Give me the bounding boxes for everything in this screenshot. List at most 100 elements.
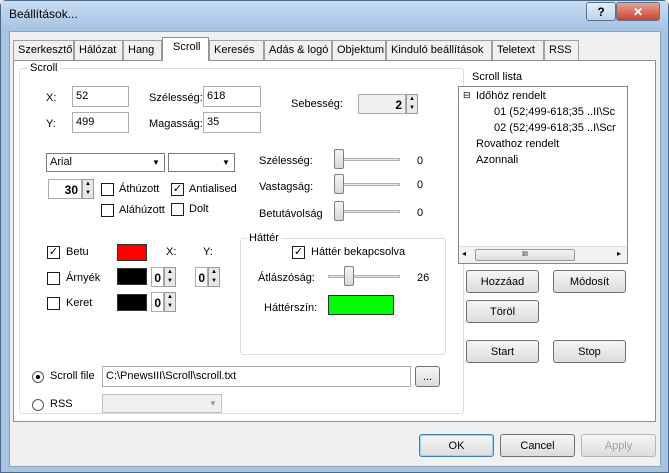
arrow-up-icon[interactable]: ▲: [165, 293, 175, 302]
tab-halozat[interactable]: Hálózat: [74, 40, 123, 60]
arrow-down-icon[interactable]: ▼: [83, 189, 93, 198]
italic-checkbox[interactable]: [171, 203, 184, 216]
tab-adas-logo[interactable]: Adás & logó: [264, 40, 332, 60]
y-input[interactable]: 499: [72, 112, 129, 133]
apply-button[interactable]: Apply: [581, 434, 656, 457]
opacity-label: Átlászóság:: [258, 272, 315, 284]
scroll-file-radio[interactable]: [32, 371, 44, 383]
modify-button[interactable]: Módosít: [553, 270, 626, 293]
arrow-up-icon[interactable]: ▲: [209, 268, 219, 277]
tree-item-01[interactable]: 01 (52;499-618;35 ..II\Sc: [494, 106, 615, 118]
x-label: X:: [46, 92, 57, 104]
text-color-swatch[interactable]: [117, 244, 147, 261]
scroll-group-title: Scroll: [28, 62, 60, 74]
arrow-up-icon[interactable]: ▲: [407, 95, 417, 104]
scroll-left-icon[interactable]: ◂: [462, 249, 466, 258]
shadow-y-input[interactable]: 0: [195, 267, 208, 287]
speed-input[interactable]: 2: [358, 94, 406, 114]
start-button[interactable]: Start: [466, 340, 539, 363]
arrow-down-icon[interactable]: ▼: [407, 104, 417, 113]
font-style-select[interactable]: ▼: [168, 153, 235, 172]
browse-button[interactable]: ...: [415, 366, 440, 387]
font-select[interactable]: Arial ▼: [46, 153, 165, 172]
strike-checkbox[interactable]: [101, 183, 114, 196]
cancel-button[interactable]: Cancel: [500, 434, 575, 457]
font-size-spinner[interactable]: ▲ ▼: [82, 179, 94, 199]
y-label: Y:: [46, 118, 56, 130]
height-label: Magasság:: [149, 118, 203, 130]
arrow-down-icon[interactable]: ▼: [165, 302, 175, 311]
slider-width-thumb[interactable]: [334, 149, 344, 169]
font-select-value: Arial: [50, 156, 73, 168]
add-button[interactable]: Hozzáad: [466, 270, 539, 293]
text-color-checkbox[interactable]: ✓: [47, 246, 60, 259]
slider-thickness-thumb[interactable]: [334, 174, 344, 194]
font-size-input[interactable]: 30: [48, 179, 82, 199]
y-column-label: Y:: [203, 246, 213, 258]
bg-enabled-checkbox[interactable]: ✓: [292, 246, 305, 259]
tab-hang[interactable]: Hang: [123, 40, 162, 60]
stop-button[interactable]: Stop: [553, 340, 626, 363]
opacity-thumb[interactable]: [344, 266, 354, 286]
border-label: Keret: [66, 297, 93, 309]
tree-item-idohoz[interactable]: Időhöz rendelt: [476, 90, 546, 102]
tree-item-azonnali[interactable]: Azonnali: [476, 154, 518, 166]
width-input[interactable]: 618: [203, 86, 261, 107]
tab-kindulo-beallitasok[interactable]: Kinduló beállítások: [386, 40, 492, 60]
tab-rss[interactable]: RSS: [544, 40, 579, 60]
arrow-down-icon[interactable]: ▼: [165, 277, 175, 286]
close-button[interactable]: ✕: [616, 2, 660, 21]
bg-enabled-label: Háttér bekapcsolva: [311, 246, 406, 258]
slider-spacing-thumb[interactable]: [334, 201, 344, 221]
border-color-swatch[interactable]: [117, 294, 147, 311]
ok-button[interactable]: OK: [419, 434, 494, 457]
border-checkbox[interactable]: [47, 297, 60, 310]
antialias-checkbox[interactable]: ✓: [171, 183, 184, 196]
speed-spinner[interactable]: ▲ ▼: [406, 94, 418, 114]
slider-spacing-value: 0: [417, 207, 424, 219]
shadow-color-swatch[interactable]: [117, 268, 147, 285]
collapse-icon[interactable]: ⊟: [463, 90, 471, 101]
title-bar: Beállítások... ? ✕: [1, 1, 668, 27]
border-size-input[interactable]: 0: [151, 292, 164, 312]
x-input[interactable]: 52: [72, 86, 129, 107]
scroll-right-icon[interactable]: ▸: [617, 249, 621, 258]
opacity-value: 26: [417, 272, 430, 284]
scroll-file-input[interactable]: C:\PnewsIII\Scroll\scroll.txt: [102, 366, 411, 387]
shadow-checkbox[interactable]: [47, 272, 60, 285]
tab-scroll[interactable]: Scroll: [162, 37, 209, 61]
tab-kereses[interactable]: Keresés: [209, 40, 264, 60]
bg-color-swatch[interactable]: [328, 295, 394, 315]
shadow-label: Árnyék: [66, 272, 101, 284]
scroll-list-tree[interactable]: ⊟ Időhöz rendelt 01 (52;499-618;35 ..II\…: [458, 86, 628, 264]
antialias-label: Antialised: [189, 183, 237, 195]
check-icon: ✓: [48, 246, 59, 258]
tree-horizontal-scrollbar[interactable]: ◂ III ▸: [459, 246, 627, 263]
speed-label: Sebesség:: [291, 98, 343, 110]
arrow-up-icon[interactable]: ▲: [83, 180, 93, 189]
help-button[interactable]: ?: [586, 2, 616, 21]
close-icon: ✕: [632, 4, 644, 19]
background-group-title: Háttér: [247, 232, 281, 244]
slider-width-label: Szélesség:: [259, 155, 313, 167]
scroll-thumb[interactable]: III: [475, 249, 575, 261]
shadow-x-spinner[interactable]: ▲ ▼: [164, 267, 176, 287]
underline-checkbox[interactable]: [101, 204, 114, 217]
check-icon: ✓: [172, 183, 183, 195]
opacity-track[interactable]: [328, 275, 400, 278]
rss-label: RSS: [50, 398, 73, 410]
delete-button[interactable]: Töröl: [466, 300, 539, 323]
tab-szerkeszto[interactable]: Szerkesztő: [13, 40, 74, 60]
tab-teletext[interactable]: Teletext: [492, 40, 544, 60]
height-input[interactable]: 35: [203, 112, 261, 133]
tab-objektum[interactable]: Objektum: [332, 40, 386, 60]
rss-select[interactable]: ▼: [102, 394, 222, 413]
arrow-down-icon[interactable]: ▼: [209, 277, 219, 286]
tree-item-02[interactable]: 02 (52;499-618;35 ..I\Scr: [494, 122, 616, 134]
arrow-up-icon[interactable]: ▲: [165, 268, 175, 277]
shadow-y-spinner[interactable]: ▲ ▼: [208, 267, 220, 287]
border-size-spinner[interactable]: ▲ ▼: [164, 292, 176, 312]
rss-radio[interactable]: [32, 399, 44, 411]
tree-item-rovathoz[interactable]: Rovathoz rendelt: [476, 138, 559, 150]
shadow-x-input[interactable]: 0: [151, 267, 164, 287]
